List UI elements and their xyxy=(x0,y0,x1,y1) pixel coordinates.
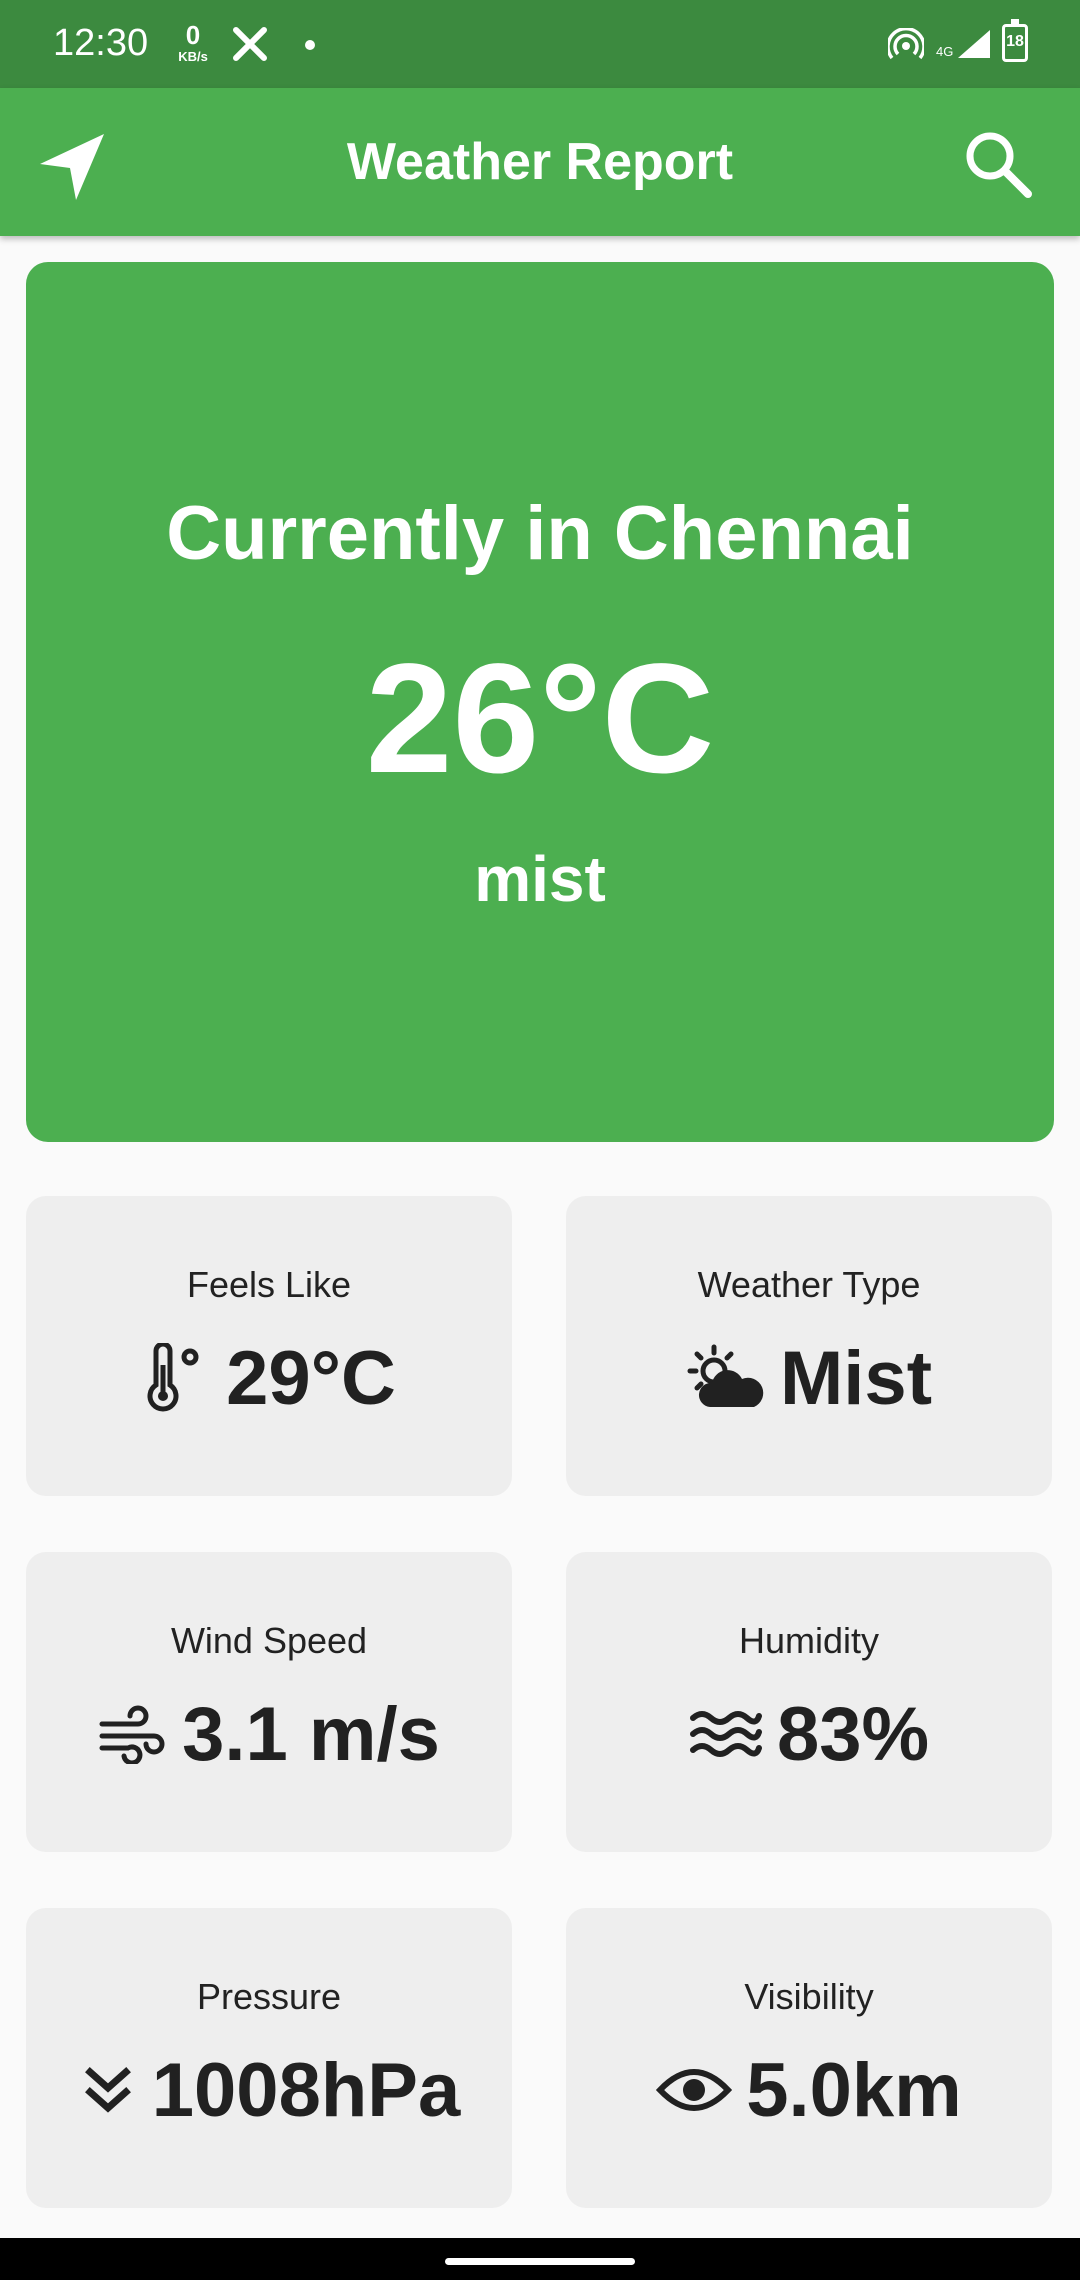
feels-like-row: 29°C xyxy=(26,1336,512,1421)
wind-icon xyxy=(99,1705,165,1764)
wind-speed-value: 3.1 m/s xyxy=(182,1691,440,1777)
weather-type-card: Weather Type Mist xyxy=(566,1196,1052,1496)
signal-icon: 4G xyxy=(936,28,992,65)
current-location-text: Currently in Chennai xyxy=(166,491,914,576)
battery-icon: 18 xyxy=(1002,19,1028,62)
app-bar: Weather Report xyxy=(0,88,1080,236)
feels-like-label: Feels Like xyxy=(186,1264,352,1305)
humidity-card: Humidity 83% xyxy=(566,1552,1052,1852)
home-indicator[interactable] xyxy=(445,2258,635,2265)
notification-dot-icon xyxy=(305,40,315,50)
current-description: mist xyxy=(474,843,606,915)
x-app-icon xyxy=(232,26,268,67)
pressure-label: Pressure xyxy=(196,1976,342,2017)
pressure-card: Pressure 1008hPa xyxy=(26,1908,512,2208)
visibility-value: 5.0km xyxy=(746,2047,962,2133)
visibility-card: Visibility 5.0km xyxy=(566,1908,1052,2208)
partly-cloudy-icon xyxy=(687,1344,764,1407)
hotspot-icon xyxy=(886,27,926,65)
pressure-row: 1008hPa xyxy=(26,2048,512,2133)
status-bar: 12:30 0 KB/s 4G 18 xyxy=(0,0,1080,88)
double-chevron-down-icon xyxy=(84,2067,131,2113)
humidity-row: 83% xyxy=(566,1692,1052,1777)
feels-like-value: 29°C xyxy=(226,1335,396,1421)
current-weather-card: Currently in Chennai 26°C mist xyxy=(26,262,1054,1142)
thermometer-icon xyxy=(147,1343,199,1412)
network-speed-value: 0 xyxy=(185,20,201,50)
wind-speed-card: Wind Speed 3.1 m/s xyxy=(26,1552,512,1852)
eye-icon xyxy=(656,2069,733,2111)
network-type-label: 4G xyxy=(936,44,953,59)
humidity-label: Humidity xyxy=(738,1620,880,1661)
weather-type-row: Mist xyxy=(566,1336,1052,1421)
status-time: 12:30 xyxy=(53,22,149,64)
pressure-value: 1008hPa xyxy=(151,2047,461,2133)
network-speed-unit: KB/s xyxy=(178,49,208,64)
water-waves-icon xyxy=(689,1711,762,1757)
current-temperature: 26°C xyxy=(365,632,715,806)
battery-level: 18 xyxy=(1006,33,1024,50)
weather-type-label: Weather Type xyxy=(697,1264,921,1305)
wind-speed-label: Wind Speed xyxy=(170,1620,368,1661)
app-title: Weather Report xyxy=(346,133,734,191)
search-icon[interactable] xyxy=(960,126,1036,202)
wind-speed-row: 3.1 m/s xyxy=(26,1692,512,1777)
gesture-navigation-bar xyxy=(0,2238,1080,2280)
weather-type-value: Mist xyxy=(780,1335,932,1421)
visibility-row: 5.0km xyxy=(566,2048,1052,2133)
visibility-label: Visibility xyxy=(744,1976,874,2017)
network-speed: 0 KB/s xyxy=(170,22,216,63)
humidity-value: 83% xyxy=(776,1691,930,1777)
feels-like-card: Feels Like 29°C xyxy=(26,1196,512,1496)
